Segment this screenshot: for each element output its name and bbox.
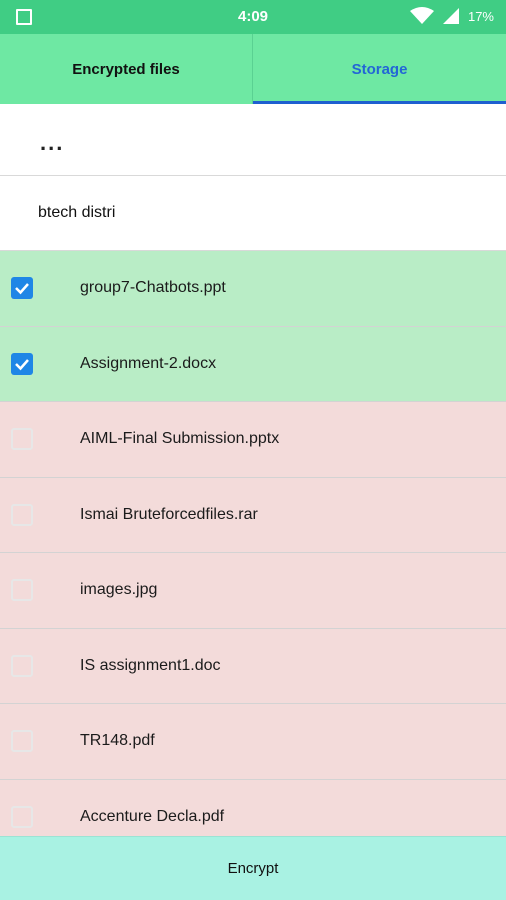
file-name: group7-Chatbots.ppt [80,279,226,296]
file-name: Ismai Bruteforcedfiles.rar [80,505,258,523]
file-name: AIML-Final Submission.pptx [80,430,280,447]
file-checkbox[interactable] [11,730,33,752]
encrypt-button[interactable]: Encrypt [0,836,506,900]
file-row[interactable]: Accenture Decla.pdf [0,779,506,836]
file-name: IS assignment1.doc [80,656,221,674]
parent-directory-row[interactable]: ... [0,104,506,176]
battery-level: 17% [467,8,494,24]
check-icon [15,283,29,295]
file-row[interactable]: TR148.pdf [0,704,506,780]
file-checkbox[interactable] [11,503,33,526]
status-icons: 17% [409,7,494,25]
tab-encrypted-files[interactable]: Encrypted files [0,34,253,104]
check-icon [15,358,29,370]
file-checkbox[interactable] [11,352,33,375]
tab-storage[interactable]: Storage [253,34,506,104]
status-bar: 4:09 17% [0,0,506,34]
folder-name: btech distri [38,204,116,221]
tab-bar: Encrypted files Storage [0,34,506,104]
wifi-icon [409,7,434,24]
file-name: images.jpg [80,581,158,598]
file-row[interactable]: Assignment-2.docx [0,326,506,402]
file-name: TR148.pdf [80,732,155,749]
file-checkbox[interactable] [11,428,33,450]
file-row[interactable]: IS assignment1.doc [0,628,506,704]
file-row[interactable]: AIML-Final Submission.pptx [0,402,506,478]
file-row[interactable]: images.jpg [0,553,506,629]
file-checkbox[interactable] [11,805,33,828]
file-row[interactable]: group7-Chatbots.ppt [0,251,506,327]
file-checkbox[interactable] [11,277,33,299]
signal-icon [442,8,459,24]
file-name: Assignment-2.docx [80,354,217,372]
file-row[interactable]: Ismai Bruteforcedfiles.rar [0,477,506,553]
file-name: Accenture Decla.pdf [80,807,225,825]
parent-directory-label: ... [40,130,65,155]
file-checkbox[interactable] [11,654,33,677]
file-checkbox[interactable] [11,579,33,601]
folder-item[interactable]: btech distri [0,176,506,251]
file-list: group7-Chatbots.ppt Assignment-2.docx AI… [0,251,506,836]
